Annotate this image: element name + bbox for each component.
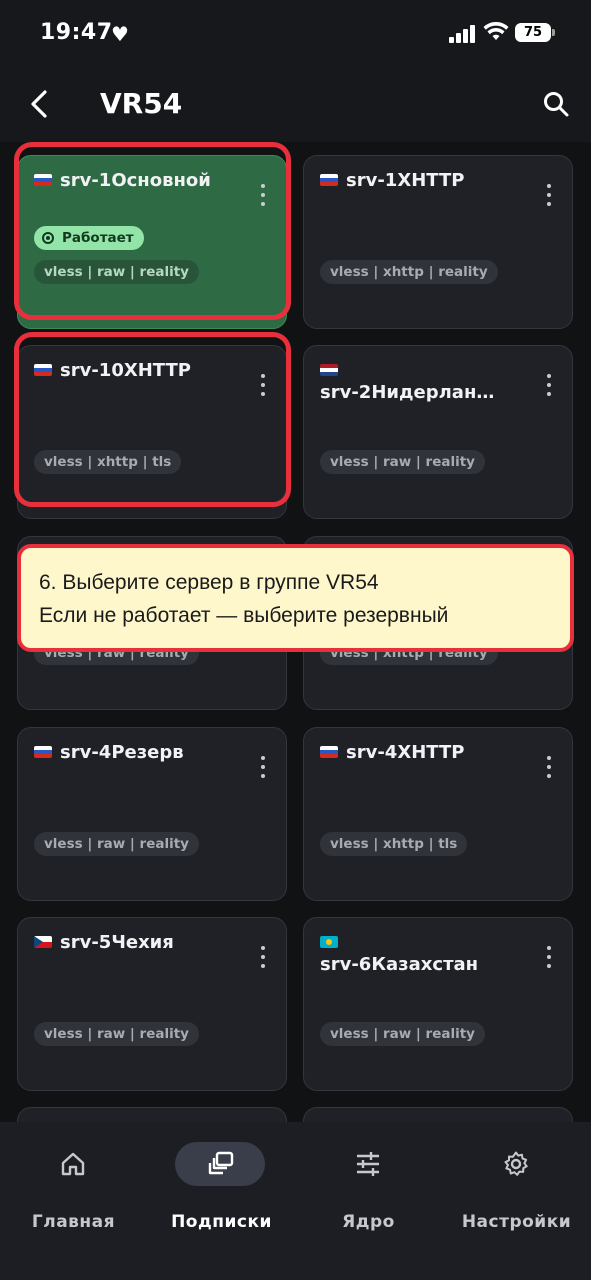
- app-bar: VR54: [0, 70, 591, 142]
- server-name: srv-4Резерв: [60, 742, 184, 763]
- flag-ru-icon: [320, 746, 338, 758]
- tutorial-tooltip: 6. Выберите сервер в группе VR54 Если не…: [17, 544, 574, 652]
- more-vert-icon[interactable]: [260, 946, 266, 968]
- protocol-tag: vless | raw | reality: [320, 1022, 485, 1046]
- page-title: VR54: [100, 87, 183, 120]
- server-card[interactable]: srv-4Резерв vless | raw | reality: [17, 727, 287, 901]
- sliders-icon: [357, 1152, 379, 1176]
- server-card[interactable]: srv-2Нидерлан… vless | raw | reality: [303, 345, 573, 519]
- protocol-tag: vless | raw | reality: [34, 1022, 199, 1046]
- protocol-tag: vless | xhttp | tls: [320, 832, 468, 856]
- server-name: srv-5Чехия: [60, 932, 174, 953]
- protocol-tag: vless | xhttp | reality: [320, 260, 498, 284]
- flag-kz-icon: [320, 936, 338, 948]
- clock: 19:47: [40, 20, 113, 45]
- subscriptions-icon: [208, 1151, 234, 1175]
- tooltip-line-1: 6. Выберите сервер в группе VR54: [39, 571, 379, 594]
- status-bar: 19:47 ♥ 75: [0, 0, 591, 70]
- nav-subscriptions[interactable]: Подписки: [148, 1142, 295, 1242]
- server-name: srv-1XHTTP: [346, 170, 465, 191]
- nav-label: Настройки: [461, 1212, 572, 1232]
- nav-settings[interactable]: Настройки: [443, 1142, 590, 1242]
- cellular-signal-icon: [449, 25, 477, 43]
- more-vert-icon[interactable]: [546, 374, 552, 396]
- nav-label: Ядро: [342, 1212, 395, 1232]
- battery-indicator: 75: [515, 23, 555, 42]
- nav-home[interactable]: Главная: [0, 1142, 147, 1242]
- flag-nl-icon: [320, 364, 338, 376]
- flag-cz-icon: [34, 936, 52, 948]
- protocol-tag: vless | raw | reality: [34, 832, 199, 856]
- more-vert-icon[interactable]: [546, 184, 552, 206]
- nav-core[interactable]: Ядро: [295, 1142, 442, 1242]
- nav-label: Главная: [31, 1212, 116, 1232]
- more-vert-icon[interactable]: [260, 756, 266, 778]
- server-name: srv-4XHTTP: [346, 742, 465, 763]
- nav-label: Подписки: [171, 1212, 272, 1232]
- tooltip-line-2: Если не работает — выберите резервный: [39, 604, 449, 627]
- bottom-navigation: Главная Подписки Ядро Настройки: [0, 1122, 591, 1280]
- server-card[interactable]: srv-1XHTTP vless | xhttp | reality: [303, 155, 573, 329]
- protocol-tag: vless | raw | reality: [320, 450, 485, 474]
- more-vert-icon[interactable]: [546, 946, 552, 968]
- server-card[interactable]: srv-5Чехия vless | raw | reality: [17, 917, 287, 1091]
- more-vert-icon[interactable]: [546, 756, 552, 778]
- server-name: srv-6Казахстан: [320, 954, 479, 975]
- server-card[interactable]: srv-4XHTTP vless | xhttp | tls: [303, 727, 573, 901]
- search-icon[interactable]: [538, 86, 574, 122]
- gear-icon: [504, 1151, 528, 1176]
- home-icon: [61, 1152, 85, 1176]
- heart-icon: ♥: [111, 22, 129, 46]
- tutorial-highlight: [14, 142, 291, 320]
- flag-ru-icon: [34, 746, 52, 758]
- wifi-icon: [483, 22, 509, 40]
- flag-ru-icon: [320, 174, 338, 186]
- server-card[interactable]: [303, 1107, 573, 1122]
- tutorial-highlight: [14, 332, 291, 507]
- server-card[interactable]: srv-6Казахстан vless | raw | reality: [303, 917, 573, 1091]
- back-arrow-icon[interactable]: [22, 86, 58, 122]
- server-card[interactable]: [17, 1107, 287, 1122]
- server-name: srv-2Нидерлан…: [320, 382, 495, 403]
